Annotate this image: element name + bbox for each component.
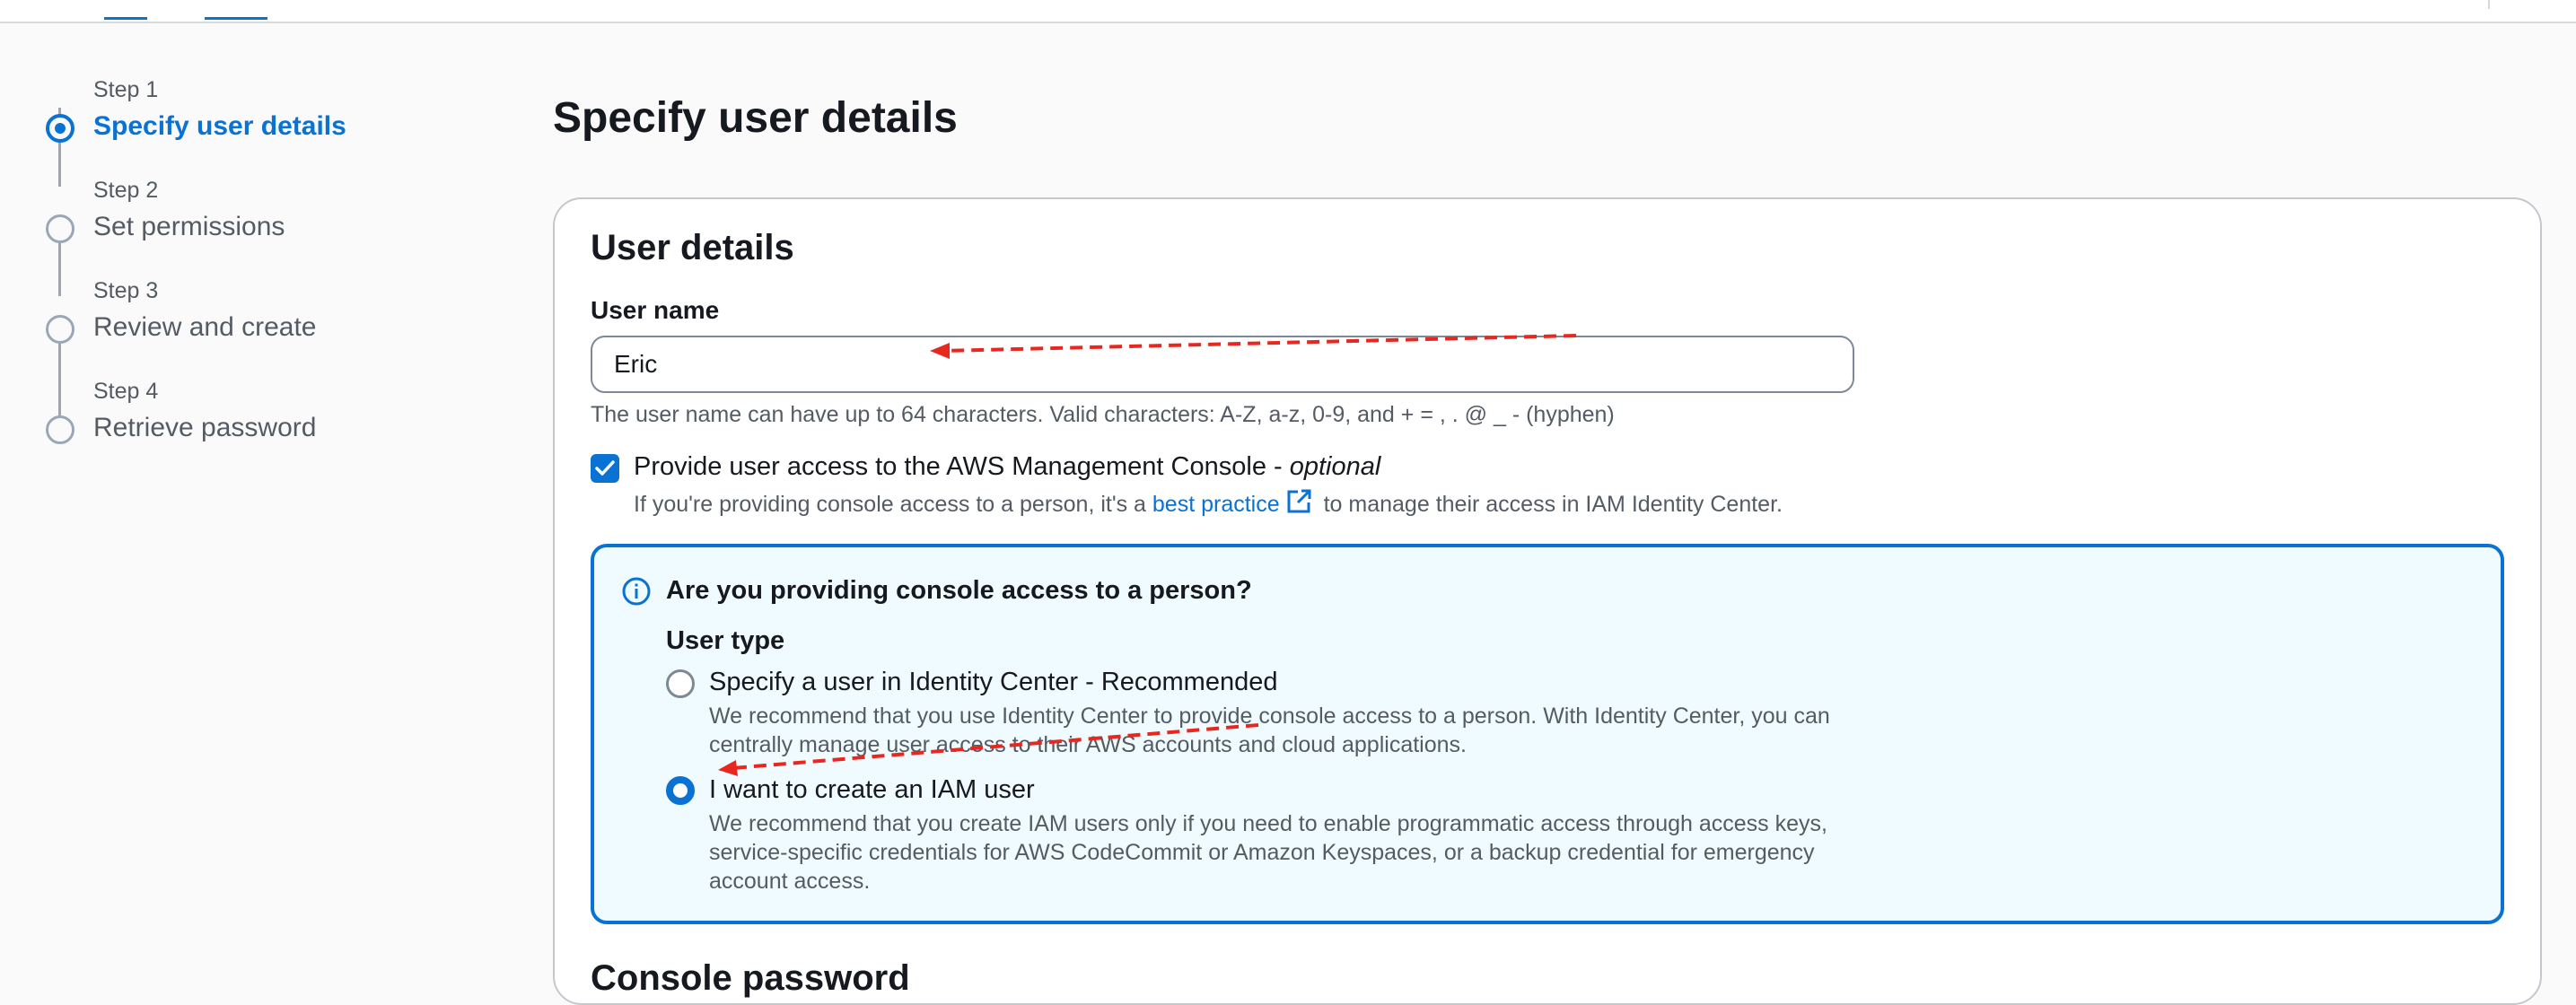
section-title: User details bbox=[591, 228, 794, 267]
user-name-label: User name bbox=[591, 296, 720, 324]
step-indicator-icon bbox=[46, 415, 74, 444]
checkmark-icon bbox=[595, 460, 615, 476]
optional-tag: optional bbox=[1289, 452, 1381, 481]
step-number: Step 1 bbox=[93, 77, 159, 102]
console-access-label[interactable]: Provide user access to the AWS Managemen… bbox=[634, 452, 1380, 482]
console-access-checkbox[interactable] bbox=[591, 454, 619, 483]
radio-identity-center[interactable] bbox=[666, 669, 695, 698]
radio-identity-center-label[interactable]: Specify a user in Identity Center - Reco… bbox=[709, 668, 1277, 697]
console-password-heading: Console password bbox=[591, 958, 910, 998]
external-link-icon[interactable] bbox=[1285, 488, 1312, 515]
top-tab-indicator bbox=[205, 17, 267, 20]
user-type-label: User type bbox=[666, 626, 785, 655]
best-practice-link[interactable]: best practice bbox=[1152, 492, 1280, 517]
radio-iam-user-label[interactable]: I want to create an IAM user bbox=[709, 775, 1035, 805]
step-indicator-icon bbox=[46, 114, 74, 143]
step-title[interactable]: Specify user details bbox=[93, 111, 346, 142]
top-bar-divider bbox=[2488, 0, 2490, 9]
console-access-desc-text: to manage their access in IAM Identity C… bbox=[1317, 492, 1783, 517]
step-title[interactable]: Retrieve password bbox=[93, 413, 316, 443]
user-name-input[interactable] bbox=[591, 336, 1854, 393]
step-number: Step 2 bbox=[93, 178, 159, 203]
radio-iam-user-description: We recommend that you create IAM users o… bbox=[709, 811, 1827, 894]
step-number: Step 4 bbox=[93, 379, 159, 404]
step-indicator-icon bbox=[46, 315, 74, 344]
info-icon bbox=[622, 577, 651, 606]
radio-identity-center-description: We recommend that you use Identity Cente… bbox=[709, 704, 1830, 757]
console-access-label-text: Provide user access to the AWS Managemen… bbox=[634, 452, 1290, 481]
console-access-description: If you're providing console access to a … bbox=[634, 488, 1783, 518]
radio-iam-user[interactable] bbox=[666, 776, 695, 805]
top-tab-indicator bbox=[104, 17, 147, 20]
page-title: Specify user details bbox=[553, 94, 958, 142]
step-indicator-icon bbox=[46, 214, 74, 243]
step-title[interactable]: Set permissions bbox=[93, 212, 285, 242]
step-number: Step 3 bbox=[93, 278, 159, 303]
alert-heading: Are you providing console access to a pe… bbox=[666, 576, 1252, 605]
step-title[interactable]: Review and create bbox=[93, 312, 316, 343]
top-navigation-bar bbox=[0, 0, 2576, 23]
user-name-constraint: The user name can have up to 64 characte… bbox=[591, 402, 1615, 427]
console-access-desc-text: If you're providing console access to a … bbox=[634, 492, 1152, 517]
